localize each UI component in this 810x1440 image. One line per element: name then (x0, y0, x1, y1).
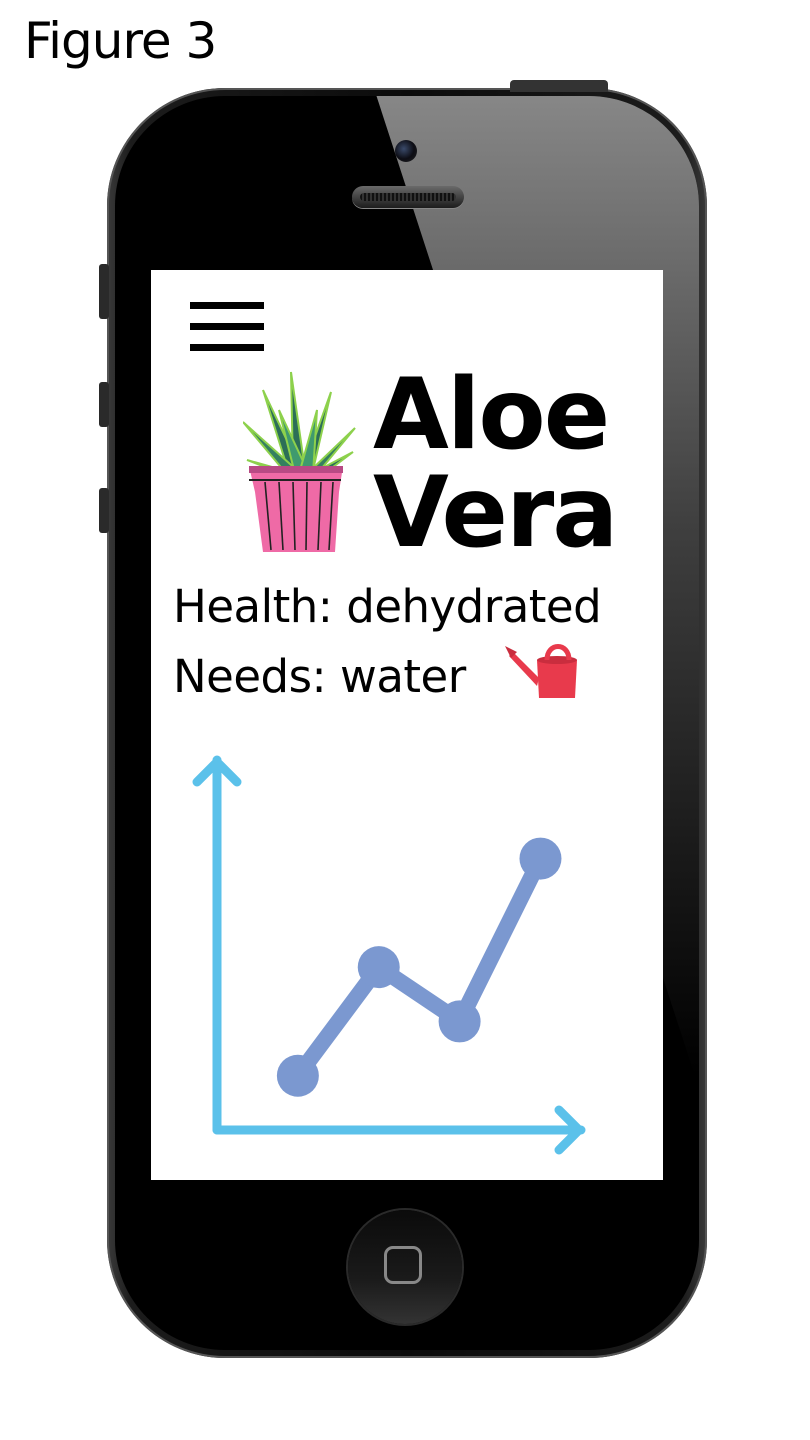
health-label: Health: (173, 580, 333, 633)
plant-name-line-2: Vera (373, 456, 618, 570)
watering-can-icon (505, 644, 577, 698)
data-point (276, 1054, 319, 1097)
needs-value: water (340, 650, 466, 703)
home-square-icon (384, 1246, 422, 1284)
volume-down-button (99, 488, 109, 533)
hamburger-menu-icon[interactable] (190, 302, 264, 352)
app-screen: Aloe Vera Health: dehydrated Needs: wate… (151, 270, 663, 1180)
growth-chart (192, 755, 586, 1155)
potted-aloe-icon (243, 371, 356, 552)
mute-switch (99, 264, 109, 319)
data-point (357, 946, 400, 989)
power-button (510, 80, 608, 92)
home-button[interactable] (348, 1210, 462, 1324)
data-point (438, 1000, 481, 1043)
front-camera (395, 140, 417, 162)
volume-up-button (99, 382, 109, 427)
health-value: dehydrated (346, 580, 602, 633)
figure-caption: Figure 3 (24, 12, 217, 70)
needs-status: Needs: water (173, 650, 466, 703)
needs-label: Needs: (173, 650, 327, 703)
earpiece-speaker (352, 186, 464, 208)
aloe-leaves (243, 371, 356, 478)
series-line (289, 850, 549, 1084)
data-point (519, 837, 562, 880)
plant-name-line-1: Aloe (373, 358, 610, 472)
plant-name-title: Aloe Vera (373, 366, 663, 562)
flower-pot (249, 466, 343, 552)
health-status: Health: dehydrated (173, 580, 602, 633)
